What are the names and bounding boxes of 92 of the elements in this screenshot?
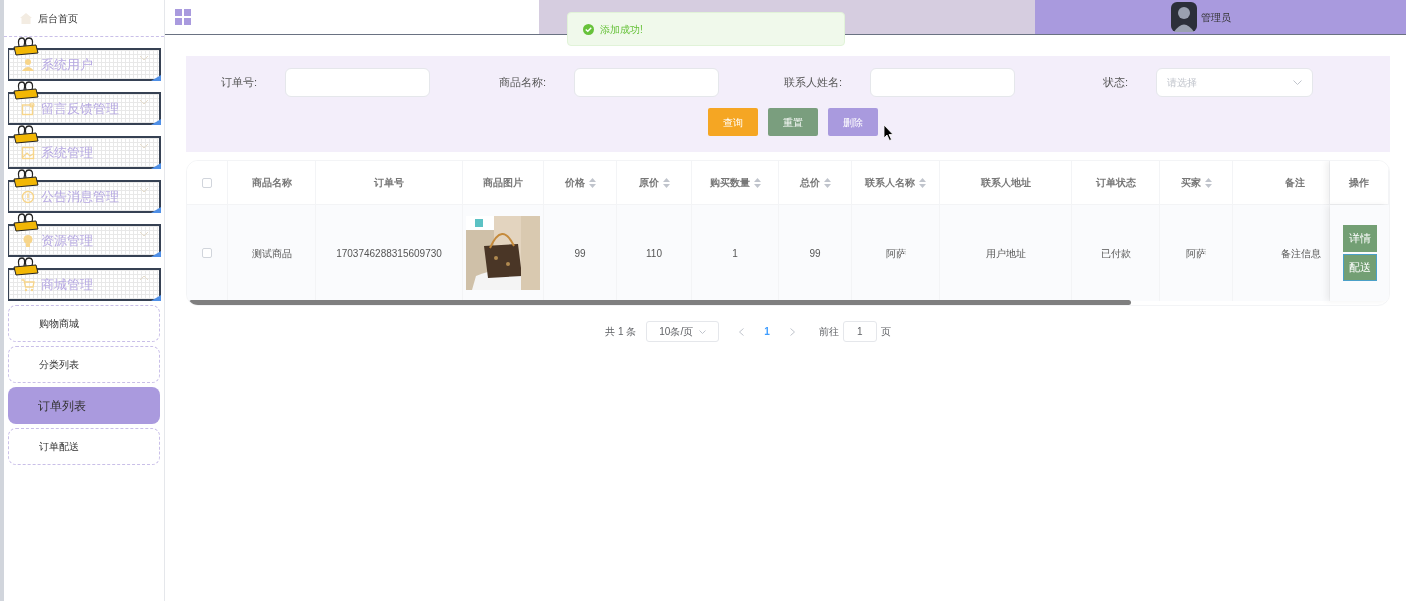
avatar-icon[interactable] xyxy=(1170,2,1197,32)
goto-suffix: 页 xyxy=(880,325,891,339)
corner-fold-icon xyxy=(151,295,161,301)
next-page-icon[interactable] xyxy=(789,327,795,336)
grid-icon[interactable] xyxy=(175,9,191,25)
menu-label: 公告消息管理 xyxy=(41,187,119,206)
menu-label: 系统用户 xyxy=(41,55,93,74)
sort-icon[interactable] xyxy=(588,177,596,188)
corner-fold-icon xyxy=(151,163,161,169)
column-header[interactable]: 买家 xyxy=(1180,175,1201,190)
home-label: 后台首页 xyxy=(38,11,78,26)
menu-label: 留言反馈管理 xyxy=(41,99,119,118)
home-menu-item[interactable]: 后台首页 xyxy=(4,0,164,37)
sort-icon[interactable] xyxy=(919,177,926,188)
column-header: 备注 xyxy=(1285,176,1305,190)
column-header[interactable]: 联系人名称 xyxy=(865,175,915,190)
page-size-value: 10条/页 xyxy=(659,325,694,339)
column-header[interactable]: 总价 xyxy=(799,175,820,190)
binder-clip-icon xyxy=(12,169,40,189)
column-header: 商品图片 xyxy=(483,176,523,190)
binder-clip-icon xyxy=(12,213,40,233)
submenu-item[interactable]: 购物商城 xyxy=(8,305,160,342)
table-cell-text: 99 xyxy=(809,246,821,261)
submenu-item[interactable]: 订单配送 xyxy=(8,428,160,465)
sort-icon[interactable] xyxy=(662,177,670,188)
goto-label: 前往 xyxy=(818,325,839,339)
cart-icon xyxy=(21,277,35,292)
binder-clip-icon xyxy=(12,125,40,145)
page-input[interactable]: 1 xyxy=(842,321,877,342)
action-button[interactable]: 重置 xyxy=(768,108,818,136)
table-cell-text: 用户地址 xyxy=(985,246,1026,261)
cursor-icon xyxy=(884,125,894,141)
input-field[interactable] xyxy=(870,68,1015,97)
field-label: 联系人姓名: xyxy=(782,75,843,91)
page-number[interactable]: 1 xyxy=(754,324,780,339)
input-field[interactable] xyxy=(574,68,719,97)
column-header[interactable]: 原价 xyxy=(638,175,659,190)
submenu-item[interactable]: 订单列表 xyxy=(8,387,160,424)
corner-fold-icon xyxy=(151,251,161,257)
table-cell-text: 备注信息 xyxy=(1281,246,1321,261)
chevron-down-icon xyxy=(1293,80,1302,85)
info-icon xyxy=(21,189,35,204)
column-header: 操作 xyxy=(1349,176,1369,190)
prev-page-icon[interactable] xyxy=(739,327,745,336)
sort-icon[interactable] xyxy=(1204,177,1212,188)
table-cell-text: 110 xyxy=(646,246,662,261)
field-label: 状态: xyxy=(1101,75,1129,91)
person-icon xyxy=(21,57,35,72)
sort-icon[interactable] xyxy=(753,177,761,188)
table-cell-text: 1 xyxy=(732,246,738,261)
table-cell-text: 1703746288315609730 xyxy=(336,246,442,261)
table-cell-text: 阿萨 xyxy=(1186,246,1206,261)
table-cell-text: 99 xyxy=(574,246,586,261)
action-button[interactable]: 删除 xyxy=(828,108,878,136)
page-size-select[interactable]: 10条/页 xyxy=(646,321,720,342)
bulb-icon xyxy=(21,233,35,248)
table-cell-text: 阿萨 xyxy=(885,246,906,261)
checkbox[interactable] xyxy=(202,248,212,258)
success-icon xyxy=(583,23,594,35)
column-header[interactable]: 购买数量 xyxy=(709,175,750,190)
menu-label: 系统管理 xyxy=(41,143,93,162)
row-action-button[interactable]: 详情 xyxy=(1342,225,1377,252)
note-icon xyxy=(21,101,35,116)
menu-label: 资源管理 xyxy=(41,231,93,250)
home-icon xyxy=(20,12,32,24)
field-label: 商品名称: xyxy=(497,75,547,91)
image-icon xyxy=(21,145,35,160)
user-name[interactable]: 管理员 xyxy=(1200,9,1231,25)
toast-message: 添加成功! xyxy=(600,22,643,37)
field-label: 订单号: xyxy=(219,75,258,91)
corner-fold-icon xyxy=(151,75,161,81)
binder-clip-icon xyxy=(12,81,40,101)
menu-label: 商城管理 xyxy=(41,275,93,294)
total-count: 共 1 条 xyxy=(605,325,637,339)
corner-fold-icon xyxy=(151,207,161,213)
chevron-down-icon xyxy=(699,329,707,334)
input-field[interactable] xyxy=(285,68,430,97)
column-header: 订单号 xyxy=(374,176,404,190)
table-cell-text: 已付款 xyxy=(1100,246,1131,261)
table-cell-text: 测试商品 xyxy=(251,246,292,261)
scrollbar[interactable] xyxy=(189,300,1131,305)
checkbox[interactable] xyxy=(202,177,212,188)
column-header: 订单状态 xyxy=(1095,176,1136,190)
binder-clip-icon xyxy=(12,257,40,277)
column-header: 商品名称 xyxy=(251,176,292,190)
sort-icon[interactable] xyxy=(823,177,831,188)
column-header: 联系人地址 xyxy=(980,176,1031,190)
corner-fold-icon xyxy=(151,119,161,125)
binder-clip-icon xyxy=(12,37,40,57)
column-header[interactable]: 价格 xyxy=(564,175,585,190)
row-action-button[interactable]: 配送 xyxy=(1342,254,1377,281)
submenu-item[interactable]: 分类列表 xyxy=(8,346,160,383)
